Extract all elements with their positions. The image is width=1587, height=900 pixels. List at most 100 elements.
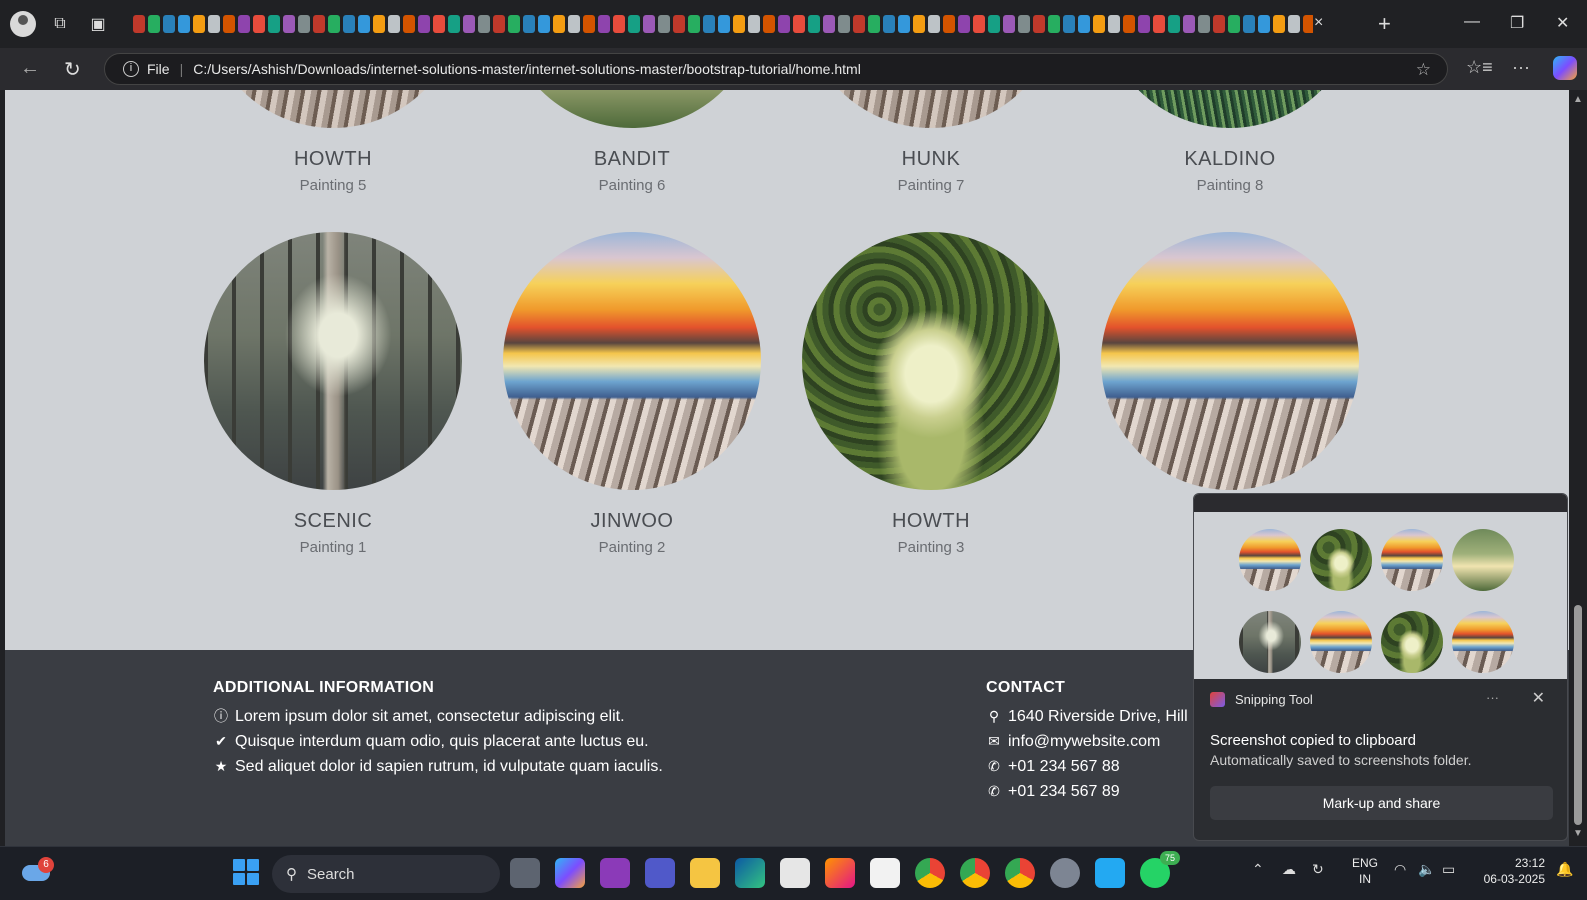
browser-tab[interactable]: [1063, 15, 1075, 33]
browser-tab[interactable]: [913, 15, 925, 33]
browser-tab[interactable]: [193, 15, 205, 33]
vscode-icon[interactable]: [1095, 858, 1125, 888]
browser-tab[interactable]: [658, 15, 670, 33]
browser-tab[interactable]: [523, 15, 535, 33]
gallery-item[interactable]: HOWTH Painting 3: [801, 232, 1061, 556]
browser-tab[interactable]: [343, 15, 355, 33]
browser-tab[interactable]: [253, 15, 265, 33]
browser-tab[interactable]: [238, 15, 250, 33]
info-icon[interactable]: i: [123, 61, 139, 77]
gallery-item[interactable]: HUNK Painting 7: [801, 90, 1061, 194]
settings-icon[interactable]: [1050, 858, 1080, 888]
wifi-icon[interactable]: ◠: [1394, 861, 1406, 878]
browser-tab[interactable]: [1258, 15, 1270, 33]
browser-tab[interactable]: [1228, 15, 1240, 33]
browser-tab[interactable]: [1048, 15, 1060, 33]
browser-tab[interactable]: [373, 15, 385, 33]
task-view-icon[interactable]: [510, 858, 540, 888]
browser-tab[interactable]: [868, 15, 880, 33]
browser-tab[interactable]: [1033, 15, 1045, 33]
browser-tab[interactable]: [1288, 15, 1300, 33]
browser-tab[interactable]: [973, 15, 985, 33]
browser-tab[interactable]: [208, 15, 220, 33]
browser-tab[interactable]: [1078, 15, 1090, 33]
browser-tab[interactable]: [823, 15, 835, 33]
favorite-star-icon[interactable]: ☆: [1416, 60, 1431, 80]
more-options-icon[interactable]: ···: [1486, 690, 1499, 705]
page-scrollbar[interactable]: ▲ ▼: [1569, 90, 1587, 846]
new-tab-button[interactable]: +: [1378, 11, 1391, 37]
browser-tab[interactable]: [163, 15, 175, 33]
browser-tab[interactable]: [763, 15, 775, 33]
scroll-up-icon[interactable]: ▲: [1573, 94, 1583, 105]
firefox-icon[interactable]: [825, 858, 855, 888]
snipping-tool-notification[interactable]: Snipping Tool ··· ✕ Screenshot copied to…: [1193, 493, 1568, 841]
painting-image[interactable]: [802, 232, 1060, 490]
browser-tab[interactable]: [688, 15, 700, 33]
browser-tab[interactable]: [313, 15, 325, 33]
browser-tab[interactable]: [1243, 15, 1255, 33]
browser-tab[interactable]: [463, 15, 475, 33]
chevron-up-icon[interactable]: ⌃: [1252, 861, 1264, 878]
browser-tab[interactable]: [148, 15, 160, 33]
start-button[interactable]: [233, 859, 259, 885]
browser-tab[interactable]: [988, 15, 1000, 33]
browser-tab[interactable]: [1213, 15, 1225, 33]
browser-tab[interactable]: [748, 15, 760, 33]
browser-tab[interactable]: [1153, 15, 1165, 33]
browser-tab[interactable]: [508, 15, 520, 33]
language-indicator[interactable]: ENG IN: [1352, 855, 1378, 887]
sync-icon[interactable]: ↻: [1312, 861, 1324, 878]
teams-icon[interactable]: [645, 858, 675, 888]
markup-share-button[interactable]: Mark-up and share: [1210, 786, 1553, 820]
workspaces-icon[interactable]: ⧉: [46, 10, 74, 38]
painting-image[interactable]: [1101, 90, 1359, 128]
browser-tab[interactable]: [958, 15, 970, 33]
browser-tab[interactable]: [268, 15, 280, 33]
reload-icon[interactable]: ↻: [64, 57, 81, 82]
browser-tab[interactable]: [1273, 15, 1285, 33]
browser-tab[interactable]: [733, 15, 745, 33]
browser-tab[interactable]: [328, 15, 340, 33]
url-field[interactable]: i File | C:/Users/Ashish/Downloads/inter…: [104, 53, 1448, 85]
browser-tab[interactable]: [583, 15, 595, 33]
browser-tab[interactable]: [703, 15, 715, 33]
gallery-item[interactable]: KALDINO Painting 8: [1100, 90, 1360, 194]
browser-tab[interactable]: [1198, 15, 1210, 33]
browser-tab[interactable]: [433, 15, 445, 33]
browser-tab[interactable]: [1108, 15, 1120, 33]
browser-tab[interactable]: [493, 15, 505, 33]
contact-email[interactable]: ✉ info@mywebsite.com: [986, 729, 1188, 754]
gallery-item[interactable]: JINWOO Painting 2: [502, 232, 762, 556]
browser-tab[interactable]: [853, 15, 865, 33]
painting-image[interactable]: [503, 232, 761, 490]
browser-tab[interactable]: [568, 15, 580, 33]
copilot-icon[interactable]: [1553, 56, 1577, 80]
browser-tab[interactable]: [1168, 15, 1180, 33]
gallery-item[interactable]: SCENIC Painting 1: [203, 232, 463, 556]
browser-tab[interactable]: [598, 15, 610, 33]
store-icon[interactable]: [780, 858, 810, 888]
taskbar-search[interactable]: ⚲ Search: [272, 855, 500, 893]
painting-image[interactable]: [204, 90, 462, 128]
amazon-icon[interactable]: [870, 858, 900, 888]
browser-tab[interactable]: [838, 15, 850, 33]
battery-icon[interactable]: ▭: [1442, 861, 1455, 878]
url-text[interactable]: C:/Users/Ashish/Downloads/internet-solut…: [193, 61, 861, 77]
painting-image[interactable]: [802, 90, 1060, 128]
back-icon[interactable]: ←: [20, 57, 40, 80]
gallery-item[interactable]: [1100, 232, 1360, 490]
browser-tab[interactable]: [478, 15, 490, 33]
browser-tab[interactable]: [1183, 15, 1195, 33]
browser-tab[interactable]: [358, 15, 370, 33]
chrome-icon[interactable]: [960, 858, 990, 888]
browser-tab[interactable]: [1138, 15, 1150, 33]
scroll-down-icon[interactable]: ▼: [1573, 828, 1583, 839]
painting-image[interactable]: [503, 90, 761, 128]
browser-tab[interactable]: [388, 15, 400, 33]
browser-tab[interactable]: [883, 15, 895, 33]
close-window-icon[interactable]: ✕: [1556, 13, 1569, 33]
chrome-icon[interactable]: [915, 858, 945, 888]
gallery-item[interactable]: BANDIT Painting 6: [502, 90, 762, 194]
app-icon[interactable]: [600, 858, 630, 888]
